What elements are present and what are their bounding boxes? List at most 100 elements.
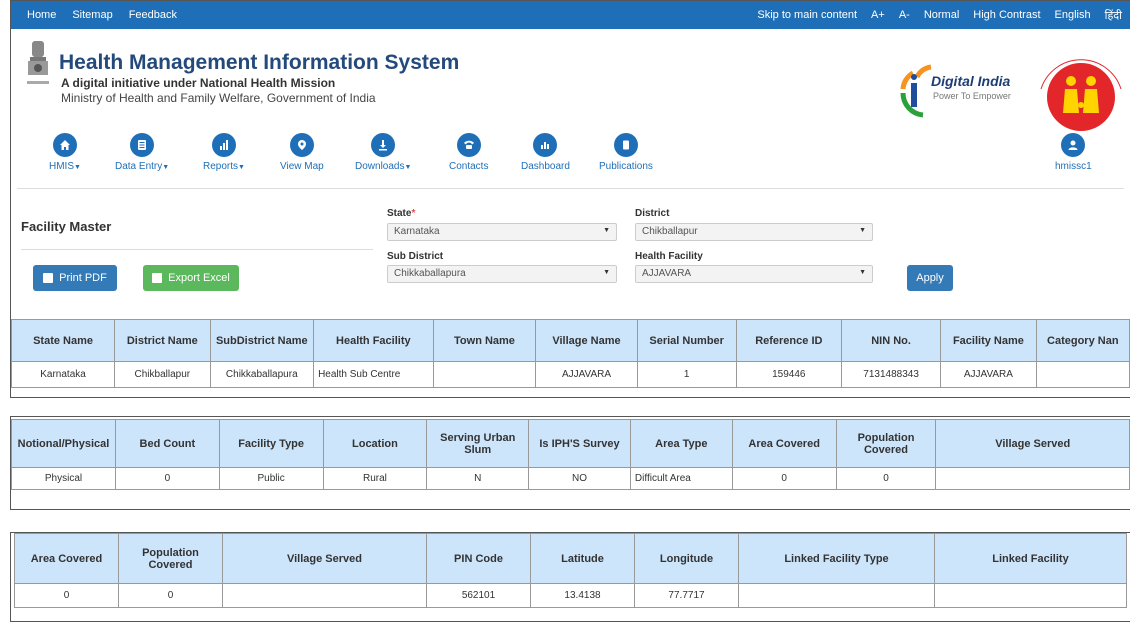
column-header: Linked Facility	[934, 533, 1127, 584]
column-header: Bed Count	[114, 419, 220, 468]
table-cell: 0	[14, 583, 119, 608]
caret-down-icon: ▼	[74, 164, 81, 171]
nav-reports[interactable]: Reports▼	[203, 133, 245, 172]
home-icon	[52, 133, 77, 157]
nav-contacts[interactable]: Contacts	[449, 133, 488, 172]
secondary-panel: Notional/Physical Bed Count Facility Type L…	[10, 416, 1130, 510]
column-header: NIN No.	[840, 319, 942, 362]
font-increase-link[interactable]: A+	[871, 9, 885, 21]
table-cell	[934, 583, 1127, 608]
chevron-down-icon: ▼	[859, 269, 866, 276]
nav-downloads[interactable]: Downloads▼	[355, 133, 411, 172]
table-cell: Public	[218, 467, 324, 490]
font-decrease-link[interactable]: A-	[899, 9, 910, 21]
column-header: Reference ID	[735, 319, 842, 362]
table-header-row: State Name District Name SubDistrict Name H…	[11, 319, 1130, 362]
column-header: Location	[322, 419, 428, 468]
column-header: Area Type	[629, 419, 733, 468]
table-row: Karnataka Chikballapur Chikkaballapura Heal…	[11, 361, 1130, 388]
table-cell: NO	[528, 467, 631, 490]
table-cell: Karnataka	[11, 361, 116, 388]
column-header: Linked Facility Type	[738, 533, 935, 584]
column-header: Longitude	[634, 533, 739, 584]
column-header: Category Nan	[1035, 319, 1130, 362]
table-cell: Physical	[11, 467, 116, 490]
nav-data-entry[interactable]: Data Entry▼	[115, 133, 169, 172]
caret-down-icon: ▼	[404, 164, 412, 171]
table-cell	[935, 467, 1130, 490]
apply-button[interactable]: Apply	[907, 265, 953, 291]
skip-to-main-link[interactable]: Skip to main content	[757, 9, 857, 21]
column-header: Population Covered	[835, 419, 937, 468]
column-header: State Name	[11, 319, 116, 362]
map-marker-icon	[289, 133, 314, 157]
table-cell: 0	[731, 467, 837, 490]
feedback-link[interactable]: Feedback	[129, 9, 177, 21]
user-icon	[1061, 133, 1086, 157]
table-cell: 77.7717	[634, 583, 739, 608]
table-cell: AJJAVARA	[535, 361, 638, 388]
digital-india-tagline: Power To Empower	[933, 91, 1011, 101]
column-header: Area Covered	[731, 419, 837, 468]
chevron-down-icon: ▼	[603, 269, 610, 276]
column-header: District Name	[114, 319, 211, 362]
print-pdf-button[interactable]: Print PDF	[33, 265, 117, 291]
column-header: Notional/Physical	[11, 419, 116, 468]
column-header: Serving Urban Slum	[426, 419, 530, 468]
table-header-row: Area Covered Population Covered Village Se…	[14, 533, 1127, 584]
digital-india-logo	[900, 64, 932, 118]
table-cell: 159446	[735, 361, 842, 388]
sitemap-link[interactable]: Sitemap	[72, 9, 112, 21]
column-header: Is IPH'S Survey	[528, 419, 631, 468]
english-link[interactable]: English	[1055, 9, 1091, 21]
dashboard-icon	[533, 133, 558, 157]
facility-table-3: Area Covered Population Covered Village Se…	[14, 533, 1127, 608]
column-header: Village Name	[535, 319, 638, 362]
normal-contrast-link[interactable]: Normal	[924, 9, 959, 21]
nav-user[interactable]: hmissc1	[1055, 133, 1092, 172]
table-cell	[432, 361, 537, 388]
excel-icon	[152, 273, 163, 283]
chevron-down-icon: ▼	[603, 227, 610, 234]
site-subtitle: A digital initiative under National Heal…	[61, 76, 336, 90]
table-row: 0 0 562101 13.4138 77.7717	[14, 583, 1127, 608]
column-header: Area Covered	[14, 533, 119, 584]
column-header: Village Served	[222, 533, 427, 584]
nav-publications[interactable]: Publications	[599, 133, 653, 172]
column-header: PIN Code	[426, 533, 531, 584]
subdistrict-select[interactable]: Chikkaballapura ▼	[387, 265, 617, 283]
main-nav: HMIS▼ Data Entry▼ Reports▼ View Map Down…	[17, 121, 1124, 189]
download-icon	[371, 133, 396, 157]
column-header: Facility Name	[940, 319, 1037, 362]
table-cell: Chikkaballapura	[209, 361, 315, 388]
export-excel-button[interactable]: Export Excel	[143, 265, 239, 291]
health-facility-select[interactable]: AJJAVARA ▼	[635, 265, 873, 283]
table-cell: 1	[636, 361, 737, 388]
home-link[interactable]: Home	[27, 9, 56, 21]
table-row: Physical 0 Public Rural N NO Difficult Area 0 0	[11, 467, 1130, 490]
caret-down-icon: ▼	[162, 164, 170, 171]
bar-chart-icon	[211, 133, 236, 157]
table-cell	[222, 583, 427, 608]
table-cell	[738, 583, 935, 608]
nav-hmis[interactable]: HMIS▼	[49, 133, 81, 172]
state-select[interactable]: Karnataka ▼	[387, 223, 617, 241]
table-cell: 13.4138	[530, 583, 635, 608]
column-header: Village Served	[935, 419, 1130, 468]
table-cell: 7131488343	[840, 361, 942, 388]
table-cell: 0	[118, 583, 223, 608]
column-header: Facility Type	[218, 419, 324, 468]
digital-india-text: Digital India	[931, 73, 1011, 89]
district-select[interactable]: Chikballapur ▼	[635, 223, 873, 241]
facility-table-2: Notional/Physical Bed Count Facility Type L…	[11, 419, 1130, 490]
facility-table-1: State Name District Name SubDistrict Name H…	[11, 319, 1130, 388]
nav-view-map[interactable]: View Map	[280, 133, 324, 172]
table-header-row: Notional/Physical Bed Count Facility Type L…	[11, 419, 1130, 468]
national-emblem-logo	[27, 41, 49, 84]
nav-dashboard[interactable]: Dashboard	[521, 133, 570, 172]
chevron-down-icon: ▼	[859, 227, 866, 234]
health-facility-label: Health Facility	[635, 251, 703, 262]
high-contrast-link[interactable]: High Contrast	[973, 9, 1040, 21]
hindi-link[interactable]: हिंदी	[1105, 8, 1122, 23]
phone-icon	[456, 133, 481, 157]
